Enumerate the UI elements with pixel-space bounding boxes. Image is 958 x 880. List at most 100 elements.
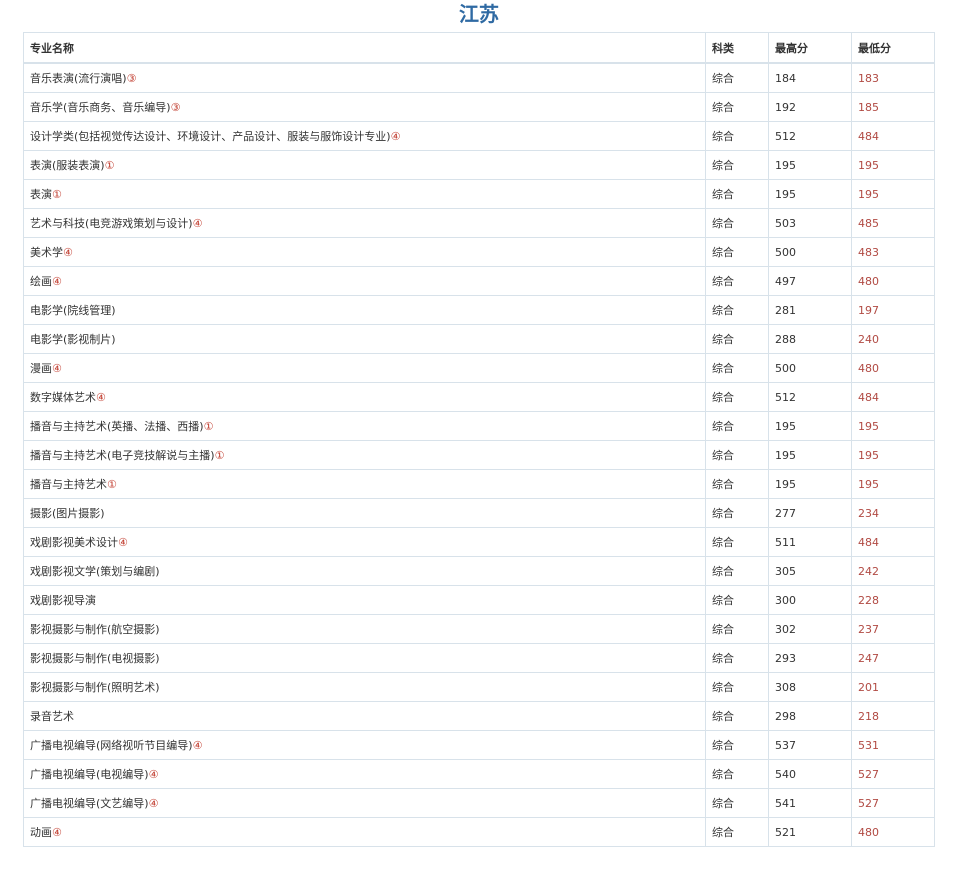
cell-major: 音乐表演(流行演唱)③: [23, 62, 706, 93]
table-row: 影视摄影与制作(照明艺术) 综合 308 201: [23, 672, 935, 702]
cell-major: 美术学④: [23, 237, 706, 267]
cell-min-score: 527: [851, 759, 935, 789]
cell-min-score: 195: [851, 179, 935, 209]
cell-major: 影视摄影与制作(电视摄影): [23, 643, 706, 673]
cell-category: 综合: [705, 643, 769, 673]
note-mark: ③: [126, 72, 137, 85]
cell-max-score: 541: [768, 788, 852, 818]
cell-major: 艺术与科技(电竞游戏策划与设计)④: [23, 208, 706, 238]
cell-major: 影视摄影与制作(照明艺术): [23, 672, 706, 702]
cell-min-score: 197: [851, 295, 935, 325]
major-name: 录音艺术: [30, 710, 74, 723]
note-mark: ④: [148, 797, 159, 810]
cell-category: 综合: [705, 150, 769, 180]
score-table-container: 专业名称 科类 最高分 最低分 音乐表演(流行演唱)③ 综合 184 183 音乐学(音…: [23, 32, 935, 847]
cell-max-score: 497: [768, 266, 852, 296]
cell-min-score: 531: [851, 730, 935, 760]
cell-max-score: 300: [768, 585, 852, 615]
note-mark: ③: [170, 101, 181, 114]
table-row: 戏剧影视导演 综合 300 228: [23, 585, 935, 615]
major-name: 绘画: [30, 275, 52, 288]
note-mark: ①: [52, 188, 62, 201]
cell-max-score: 537: [768, 730, 852, 760]
cell-category: 综合: [705, 672, 769, 702]
cell-max-score: 521: [768, 817, 852, 847]
cell-max-score: 511: [768, 527, 852, 557]
cell-min-score: 228: [851, 585, 935, 615]
table-row: 漫画④ 综合 500 480: [23, 353, 935, 383]
header-category: 科类: [705, 32, 769, 64]
note-mark: ④: [390, 130, 401, 143]
major-name: 漫画: [30, 362, 52, 375]
cell-max-score: 195: [768, 440, 852, 470]
cell-min-score: 480: [851, 353, 935, 383]
major-name: 广播电视编导(文艺编导): [30, 797, 149, 810]
table-row: 摄影(图片摄影) 综合 277 234: [23, 498, 935, 528]
cell-category: 综合: [705, 701, 769, 731]
table-row: 戏剧影视文学(策划与编剧) 综合 305 242: [23, 556, 935, 586]
cell-min-score: 484: [851, 382, 935, 412]
cell-category: 综合: [705, 817, 769, 847]
note-mark: ④: [96, 391, 106, 404]
table-row: 播音与主持艺术(电子竞技解说与主播)① 综合 195 195: [23, 440, 935, 470]
cell-max-score: 195: [768, 179, 852, 209]
cell-min-score: 485: [851, 208, 935, 238]
cell-major: 广播电视编导(电视编导)④: [23, 759, 706, 789]
table-header-row: 专业名称 科类 最高分 最低分: [23, 32, 935, 64]
cell-max-score: 184: [768, 62, 852, 93]
cell-major: 广播电视编导(文艺编导)④: [23, 788, 706, 818]
cell-min-score: 195: [851, 469, 935, 499]
major-name: 播音与主持艺术: [30, 478, 107, 491]
major-name: 音乐表演(流行演唱): [30, 72, 127, 85]
major-name: 表演: [30, 188, 52, 201]
cell-max-score: 192: [768, 92, 852, 122]
table-row: 数字媒体艺术④ 综合 512 484: [23, 382, 935, 412]
cell-min-score: 201: [851, 672, 935, 702]
note-mark: ①: [107, 478, 117, 491]
cell-min-score: 195: [851, 411, 935, 441]
cell-category: 综合: [705, 759, 769, 789]
note-mark: ①: [214, 449, 225, 462]
cell-major: 表演①: [23, 179, 706, 209]
cell-major: 戏剧影视美术设计④: [23, 527, 706, 557]
note-mark: ④: [52, 275, 62, 288]
cell-min-score: 240: [851, 324, 935, 354]
cell-min-score: 484: [851, 121, 935, 151]
major-name: 摄影(图片摄影): [30, 507, 105, 520]
cell-min-score: 527: [851, 788, 935, 818]
cell-category: 综合: [705, 382, 769, 412]
cell-major: 摄影(图片摄影): [23, 498, 706, 528]
cell-min-score: 484: [851, 527, 935, 557]
cell-category: 综合: [705, 62, 769, 93]
cell-category: 综合: [705, 730, 769, 760]
note-mark: ④: [192, 739, 203, 752]
cell-max-score: 293: [768, 643, 852, 673]
cell-min-score: 480: [851, 266, 935, 296]
cell-category: 综合: [705, 92, 769, 122]
cell-min-score: 185: [851, 92, 935, 122]
cell-min-score: 247: [851, 643, 935, 673]
cell-max-score: 298: [768, 701, 852, 731]
major-name: 影视摄影与制作(照明艺术): [30, 681, 160, 694]
table-row: 设计学类(包括视觉传达设计、环境设计、产品设计、服装与服饰设计专业)④ 综合 512…: [23, 121, 935, 151]
cell-min-score: 183: [851, 62, 935, 93]
note-mark: ①: [104, 159, 115, 172]
cell-min-score: 195: [851, 440, 935, 470]
cell-min-score: 234: [851, 498, 935, 528]
table-row: 电影学(影视制片) 综合 288 240: [23, 324, 935, 354]
cell-min-score: 195: [851, 150, 935, 180]
cell-major: 戏剧影视文学(策划与编剧): [23, 556, 706, 586]
cell-major: 录音艺术: [23, 701, 706, 731]
cell-max-score: 500: [768, 237, 852, 267]
table-row: 音乐学(音乐商务、音乐编导)③ 综合 192 185: [23, 92, 935, 122]
major-name: 戏剧影视文学(策划与编剧): [30, 565, 160, 578]
major-name: 广播电视编导(网络视听节目编导): [30, 739, 193, 752]
cell-max-score: 540: [768, 759, 852, 789]
cell-category: 综合: [705, 411, 769, 441]
major-name: 艺术与科技(电竞游戏策划与设计): [30, 217, 193, 230]
cell-min-score: 218: [851, 701, 935, 731]
cell-category: 综合: [705, 498, 769, 528]
header-major: 专业名称: [23, 32, 706, 64]
cell-max-score: 281: [768, 295, 852, 325]
note-mark: ④: [192, 217, 203, 230]
